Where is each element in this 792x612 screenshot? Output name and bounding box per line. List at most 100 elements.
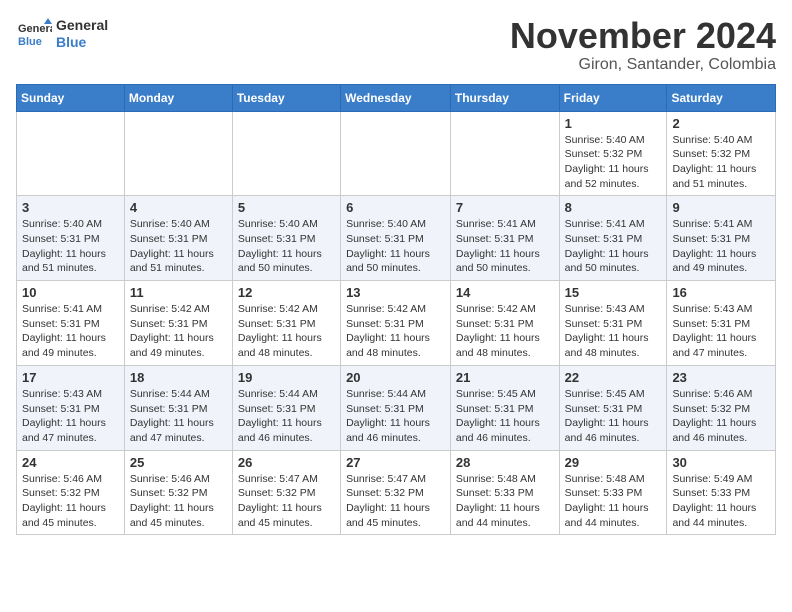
calendar-cell: 8Sunrise: 5:41 AMSunset: 5:31 PMDaylight… — [559, 196, 667, 281]
calendar-cell: 10 Sunrise: 5:41 AMSunset: 5:31 PMDayligh… — [17, 281, 125, 366]
day-number: 4 — [130, 200, 227, 215]
calendar-cell: 17 Sunrise: 5:43 AMSunset: 5:31 PMDayligh… — [17, 365, 125, 450]
calendar-week-5: 24 Sunrise: 5:46 AMSunset: 5:32 PMDayligh… — [17, 450, 776, 535]
calendar-cell: 11 Sunrise: 5:42 AMSunset: 5:31 PMDayligh… — [124, 281, 232, 366]
calendar-cell: 26Sunrise: 5:47 AMSunset: 5:32 PMDayligh… — [232, 450, 340, 535]
calendar-cell: 5 Sunrise: 5:40 AMSunset: 5:31 PMDaylight… — [232, 196, 340, 281]
calendar-cell — [232, 111, 340, 196]
calendar-cell: 1Sunrise: 5:40 AMSunset: 5:32 PMDaylight… — [559, 111, 667, 196]
day-number: 3 — [22, 200, 119, 215]
calendar-table: SundayMondayTuesdayWednesdayThursdayFrid… — [16, 84, 776, 536]
svg-text:General: General — [18, 23, 52, 35]
weekday-header-sunday: Sunday — [17, 84, 125, 111]
day-info: Sunrise: 5:46 AMSunset: 5:32 PMDaylight:… — [672, 387, 770, 446]
weekday-header-tuesday: Tuesday — [232, 84, 340, 111]
day-info: Sunrise: 5:40 AMSunset: 5:32 PMDaylight:… — [672, 133, 770, 192]
day-info: Sunrise: 5:48 AMSunset: 5:33 PMDaylight:… — [565, 472, 662, 531]
day-info: Sunrise: 5:47 AMSunset: 5:32 PMDaylight:… — [238, 472, 335, 531]
calendar-week-3: 10 Sunrise: 5:41 AMSunset: 5:31 PMDayligh… — [17, 281, 776, 366]
day-number: 29 — [565, 455, 662, 470]
day-number: 21 — [456, 370, 554, 385]
day-number: 30 — [672, 455, 770, 470]
day-number: 28 — [456, 455, 554, 470]
calendar-cell: 30 Sunrise: 5:49 AMSunset: 5:33 PMDayligh… — [667, 450, 776, 535]
day-number: 12 — [238, 285, 335, 300]
day-info: Sunrise: 5:43 AMSunset: 5:31 PMDaylight:… — [672, 302, 770, 361]
day-number: 10 — [22, 285, 119, 300]
day-info: Sunrise: 5:40 AMSunset: 5:31 PMDaylight:… — [238, 217, 335, 276]
calendar-cell: 14Sunrise: 5:42 AMSunset: 5:31 PMDayligh… — [450, 281, 559, 366]
calendar-header-row: SundayMondayTuesdayWednesdayThursdayFrid… — [17, 84, 776, 111]
calendar-cell: 25 Sunrise: 5:46 AMSunset: 5:32 PMDayligh… — [124, 450, 232, 535]
logo-line1: General — [56, 17, 108, 34]
day-info: Sunrise: 5:42 AMSunset: 5:31 PMDaylight:… — [238, 302, 335, 361]
day-number: 15 — [565, 285, 662, 300]
day-number: 11 — [130, 285, 227, 300]
day-number: 1 — [565, 116, 662, 131]
weekday-header-friday: Friday — [559, 84, 667, 111]
calendar-cell: 27Sunrise: 5:47 AMSunset: 5:32 PMDayligh… — [341, 450, 451, 535]
day-info: Sunrise: 5:49 AMSunset: 5:33 PMDaylight:… — [672, 472, 770, 531]
calendar-cell: 3 Sunrise: 5:40 AMSunset: 5:31 PMDaylight… — [17, 196, 125, 281]
weekday-header-thursday: Thursday — [450, 84, 559, 111]
svg-text:Blue: Blue — [18, 36, 42, 48]
day-info: Sunrise: 5:46 AMSunset: 5:32 PMDaylight:… — [130, 472, 227, 531]
day-number: 2 — [672, 116, 770, 131]
calendar-cell: 19Sunrise: 5:44 AMSunset: 5:31 PMDayligh… — [232, 365, 340, 450]
calendar-title: November 2024 — [510, 16, 776, 56]
logo-line2: Blue — [56, 34, 108, 51]
title-area: November 2024 Giron, Santander, Colombia — [510, 16, 776, 74]
day-info: Sunrise: 5:42 AMSunset: 5:31 PMDaylight:… — [130, 302, 227, 361]
day-number: 18 — [130, 370, 227, 385]
day-number: 13 — [346, 285, 445, 300]
day-info: Sunrise: 5:41 AMSunset: 5:31 PMDaylight:… — [22, 302, 119, 361]
day-info: Sunrise: 5:48 AMSunset: 5:33 PMDaylight:… — [456, 472, 554, 531]
day-info: Sunrise: 5:45 AMSunset: 5:31 PMDaylight:… — [565, 387, 662, 446]
logo: General Blue General Blue — [16, 16, 108, 52]
calendar-cell: 28 Sunrise: 5:48 AMSunset: 5:33 PMDayligh… — [450, 450, 559, 535]
weekday-header-monday: Monday — [124, 84, 232, 111]
weekday-header-wednesday: Wednesday — [341, 84, 451, 111]
calendar-cell: 16 Sunrise: 5:43 AMSunset: 5:31 PMDayligh… — [667, 281, 776, 366]
day-number: 17 — [22, 370, 119, 385]
calendar-cell: 18 Sunrise: 5:44 AMSunset: 5:31 PMDayligh… — [124, 365, 232, 450]
calendar-cell: 13Sunrise: 5:42 AMSunset: 5:31 PMDayligh… — [341, 281, 451, 366]
page-header: General Blue General Blue November 2024 … — [16, 16, 776, 74]
day-info: Sunrise: 5:44 AMSunset: 5:31 PMDaylight:… — [346, 387, 445, 446]
day-info: Sunrise: 5:43 AMSunset: 5:31 PMDaylight:… — [22, 387, 119, 446]
calendar-week-1: 1 Sunrise: 5:40 AMSunset: 5:32 PMDaylight… — [17, 111, 776, 196]
day-number: 5 — [238, 200, 335, 215]
day-number: 22 — [565, 370, 662, 385]
calendar-cell: 15 Sunrise: 5:43 AMSunset: 5:31 PMDayligh… — [559, 281, 667, 366]
calendar-cell: 2 Sunrise: 5:40 AMSunset: 5:32 PMDaylight… — [667, 111, 776, 196]
calendar-cell: 9Sunrise: 5:41 AMSunset: 5:31 PMDaylight… — [667, 196, 776, 281]
calendar-cell — [450, 111, 559, 196]
day-number: 24 — [22, 455, 119, 470]
day-info: Sunrise: 5:44 AMSunset: 5:31 PMDaylight:… — [130, 387, 227, 446]
day-info: Sunrise: 5:45 AMSunset: 5:31 PMDaylight:… — [456, 387, 554, 446]
calendar-cell — [124, 111, 232, 196]
day-number: 9 — [672, 200, 770, 215]
calendar-cell: 7Sunrise: 5:41 AMSunset: 5:31 PMDaylight… — [450, 196, 559, 281]
day-info: Sunrise: 5:43 AMSunset: 5:31 PMDaylight:… — [565, 302, 662, 361]
calendar-cell: 20 Sunrise: 5:44 AMSunset: 5:31 PMDayligh… — [341, 365, 451, 450]
day-number: 16 — [672, 285, 770, 300]
day-info: Sunrise: 5:44 AMSunset: 5:31 PMDaylight:… — [238, 387, 335, 446]
day-number: 6 — [346, 200, 445, 215]
day-number: 20 — [346, 370, 445, 385]
calendar-cell — [341, 111, 451, 196]
day-info: Sunrise: 5:40 AMSunset: 5:31 PMDaylight:… — [22, 217, 119, 276]
day-info: Sunrise: 5:47 AMSunset: 5:32 PMDaylight:… — [346, 472, 445, 531]
calendar-cell: 12 Sunrise: 5:42 AMSunset: 5:31 PMDayligh… — [232, 281, 340, 366]
day-info: Sunrise: 5:41 AMSunset: 5:31 PMDaylight:… — [456, 217, 554, 276]
calendar-cell: 24Sunrise: 5:46 AMSunset: 5:32 PMDayligh… — [17, 450, 125, 535]
day-info: Sunrise: 5:42 AMSunset: 5:31 PMDaylight:… — [456, 302, 554, 361]
calendar-cell: 22 Sunrise: 5:45 AMSunset: 5:31 PMDayligh… — [559, 365, 667, 450]
calendar-cell: 29 Sunrise: 5:48 AMSunset: 5:33 PMDayligh… — [559, 450, 667, 535]
day-number: 23 — [672, 370, 770, 385]
calendar-cell — [17, 111, 125, 196]
weekday-header-saturday: Saturday — [667, 84, 776, 111]
day-info: Sunrise: 5:40 AMSunset: 5:31 PMDaylight:… — [346, 217, 445, 276]
calendar-week-4: 17 Sunrise: 5:43 AMSunset: 5:31 PMDayligh… — [17, 365, 776, 450]
day-number: 25 — [130, 455, 227, 470]
